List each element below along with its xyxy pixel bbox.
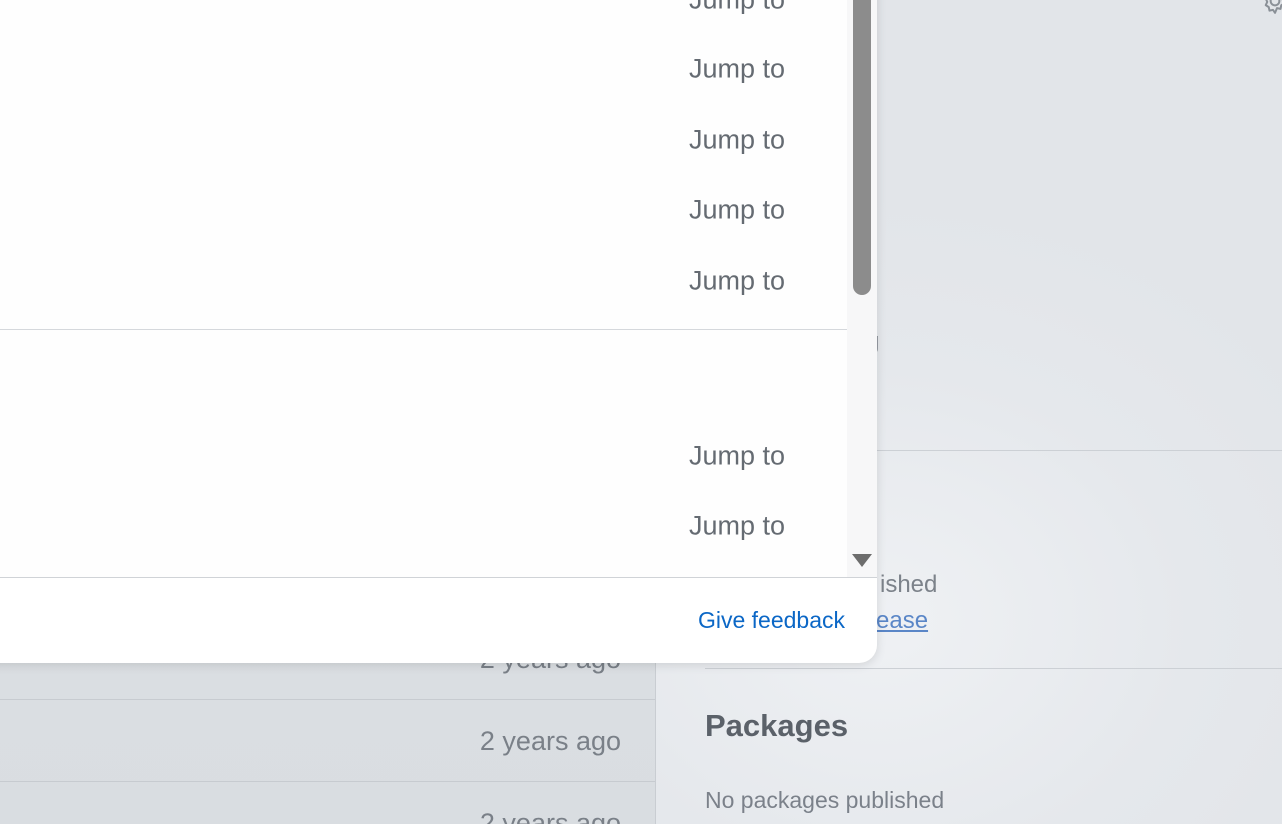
scrollbar-thumb[interactable]: [853, 0, 871, 295]
gear-icon[interactable]: [1260, 0, 1282, 16]
list-item[interactable]: Jump to: [0, 251, 847, 311]
packages-empty-text: No packages published: [705, 787, 945, 813]
jump-to-dropdown: Jump to Jump to Jump to Jump to Jump to …: [0, 0, 877, 663]
sidebar-partial-text: ished: [880, 571, 938, 598]
footer-divider: [0, 577, 877, 578]
jump-to-label: Jump to: [688, 440, 785, 471]
list-divider: [0, 329, 847, 330]
dropdown-list: Jump to Jump to Jump to Jump to Jump to …: [0, 0, 847, 578]
list-item[interactable]: Jump to: [0, 39, 847, 99]
table-row[interactable]: 2 years ago: [0, 699, 655, 782]
jump-to-label: Jump to: [689, 0, 785, 16]
list-item[interactable]: Jump to: [0, 110, 847, 170]
packages-heading: Packages: [705, 708, 849, 743]
list-item[interactable]: Jump to: [0, 426, 847, 486]
jump-to-label: Jump to: [688, 510, 785, 541]
table-row[interactable]: 2 years ago: [0, 781, 655, 824]
jump-to-label: Jump to: [688, 53, 785, 84]
jump-to-label: Jump to: [688, 194, 785, 225]
list-item[interactable]: Jump to: [0, 496, 847, 556]
sidebar-divider: [705, 668, 1282, 669]
list-item[interactable]: Jump to: [0, 180, 847, 240]
jump-to-label: Jump to: [688, 124, 785, 155]
row-timestamp: 2 years ago: [479, 808, 621, 824]
scroll-down-arrow-icon[interactable]: [852, 554, 872, 567]
jump-to-label: Jump to: [688, 265, 785, 296]
row-timestamp: 2 years ago: [479, 726, 621, 756]
list-item[interactable]: Jump to: [0, 0, 847, 30]
sidebar-partial-link[interactable]: ease: [876, 607, 928, 635]
give-feedback-link[interactable]: Give feedback: [698, 607, 845, 634]
